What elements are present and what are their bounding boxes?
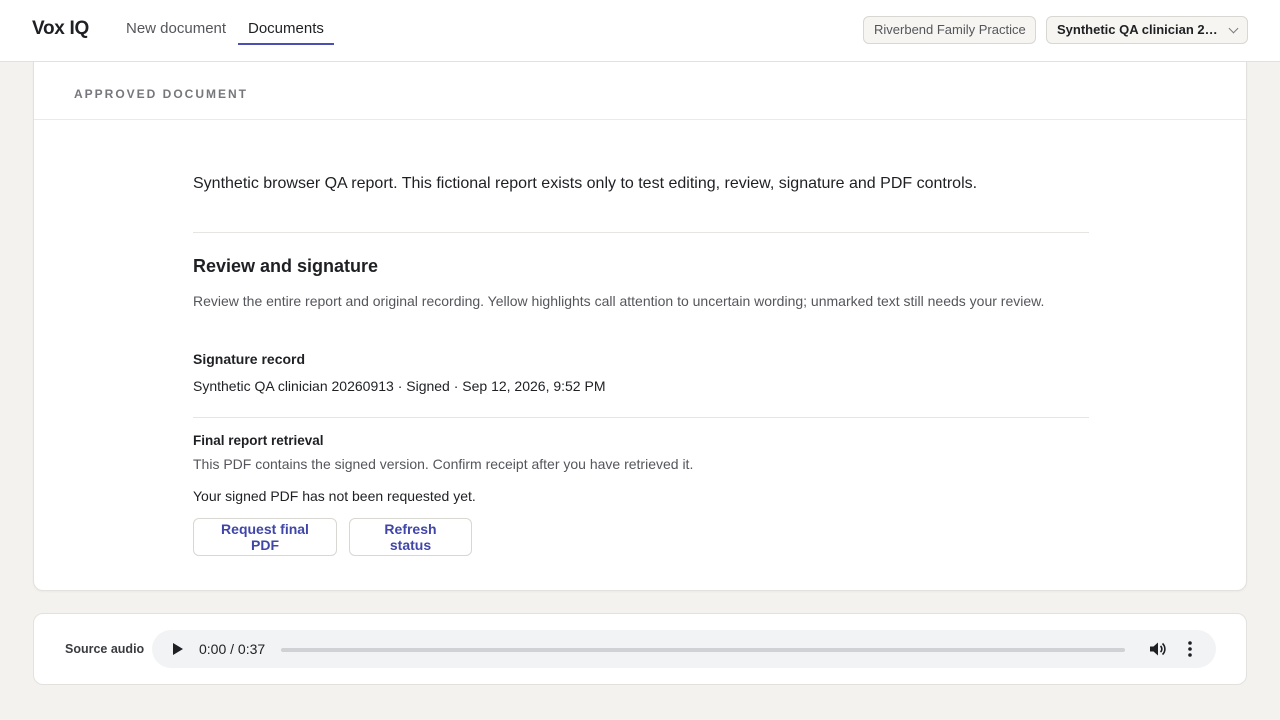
- user-menu[interactable]: Synthetic QA clinician 20260913: [1046, 16, 1248, 44]
- review-section-title: Review and signature: [193, 256, 379, 276]
- practice-badge[interactable]: Riverbend Family Practice: [863, 16, 1036, 44]
- audio-time: 0:00 / 0:37: [199, 641, 266, 657]
- document-status-label: APPROVED DOCUMENT: [74, 87, 249, 101]
- request-final-pdf-button[interactable]: Request final PDF: [193, 518, 337, 556]
- final-report-title: Final report retrieval: [193, 433, 324, 448]
- nav-documents[interactable]: Documents: [238, 20, 334, 45]
- signature-record-label: Signature record: [193, 351, 306, 367]
- document-card: APPROVED DOCUMENT Synthetic browser QA r…: [33, 50, 1247, 591]
- divider: [193, 232, 1089, 233]
- top-navigation: Vox IQ New document Documents Riverbend …: [0, 0, 1280, 62]
- nav-new-document[interactable]: New document: [126, 20, 226, 43]
- refresh-status-button[interactable]: Refresh status: [349, 518, 472, 556]
- more-vertical-icon[interactable]: [1183, 640, 1197, 658]
- volume-icon[interactable]: [1149, 641, 1167, 657]
- pdf-status: Your signed PDF has not been requested y…: [193, 488, 476, 504]
- play-icon[interactable]: [173, 643, 183, 655]
- source-audio-card: Source audio 0:00 / 0:37: [33, 613, 1247, 685]
- audio-player: 0:00 / 0:37: [152, 630, 1216, 668]
- app-logo[interactable]: Vox IQ: [32, 18, 89, 40]
- user-menu-label: Synthetic QA clinician 20260913: [1057, 22, 1248, 37]
- final-report-instructions: This PDF contains the signed version. Co…: [193, 456, 694, 472]
- report-text: Synthetic browser QA report. This fictio…: [193, 175, 978, 192]
- source-audio-label: Source audio: [65, 642, 145, 656]
- divider: [193, 417, 1089, 418]
- signature-record: Synthetic QA clinician 20260913 · Signed…: [193, 378, 606, 394]
- review-instructions: Review the entire report and original re…: [193, 293, 1045, 309]
- audio-seek-bar[interactable]: [281, 648, 1125, 652]
- document-header: APPROVED DOCUMENT: [34, 69, 1246, 120]
